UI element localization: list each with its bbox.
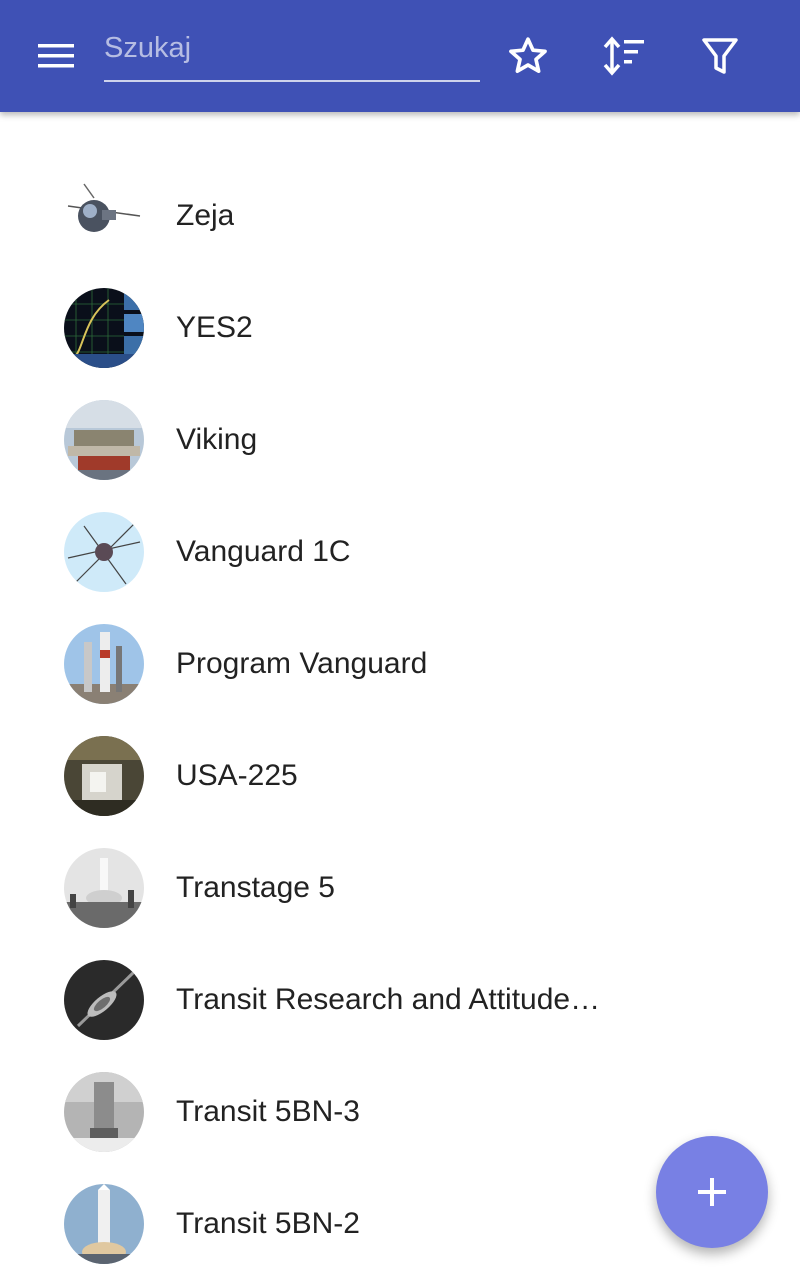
list-item[interactable]: YES2 <box>0 272 800 384</box>
item-label: Transtage 5 <box>176 871 335 904</box>
item-label: Zeja <box>176 199 235 232</box>
item-thumbnail <box>64 736 144 816</box>
item-label: Transit 5BN-3 <box>176 1095 360 1128</box>
item-thumbnail <box>64 512 144 592</box>
list-item[interactable]: Transtage 5 <box>0 832 800 944</box>
item-label: Vanguard 1C <box>176 535 351 568</box>
menu-button[interactable] <box>24 28 88 84</box>
favorites-button[interactable] <box>496 24 560 88</box>
sort-icon <box>603 36 644 76</box>
menu-icon <box>38 44 74 68</box>
item-thumbnail <box>64 288 144 368</box>
add-button[interactable] <box>656 1136 768 1248</box>
list-item[interactable]: USA-225 <box>0 720 800 832</box>
list-item[interactable]: Zeja <box>0 160 800 272</box>
item-thumbnail <box>64 1184 144 1264</box>
search-field <box>104 18 480 82</box>
item-thumbnail <box>64 1072 144 1152</box>
item-label: Viking <box>176 423 258 456</box>
list-item[interactable]: Program Vanguard <box>0 608 800 720</box>
item-label: YES2 <box>176 311 253 344</box>
item-thumbnail <box>64 960 144 1040</box>
item-label: Transit 5BN-2 <box>176 1207 360 1240</box>
list-item[interactable]: Transit Research and Attitude… <box>0 944 800 1056</box>
item-thumbnail <box>64 176 144 256</box>
sort-button[interactable] <box>592 24 656 88</box>
filter-icon <box>702 38 738 74</box>
plus-icon <box>698 1178 726 1206</box>
item-thumbnail <box>64 848 144 928</box>
app-bar <box>0 0 800 112</box>
search-input[interactable] <box>104 18 480 78</box>
list-item[interactable]: Viking <box>0 384 800 496</box>
item-list: Zeja YES2 Viking Vanguard 1C Program Van… <box>0 112 800 1280</box>
list-item[interactable]: Vanguard 1C <box>0 496 800 608</box>
star-icon <box>509 37 547 74</box>
item-thumbnail <box>64 400 144 480</box>
item-label: USA-225 <box>176 759 298 792</box>
filter-button[interactable] <box>688 24 752 88</box>
item-label: Transit Research and Attitude… <box>176 983 601 1016</box>
item-label: Program Vanguard <box>176 647 428 680</box>
item-thumbnail <box>64 624 144 704</box>
